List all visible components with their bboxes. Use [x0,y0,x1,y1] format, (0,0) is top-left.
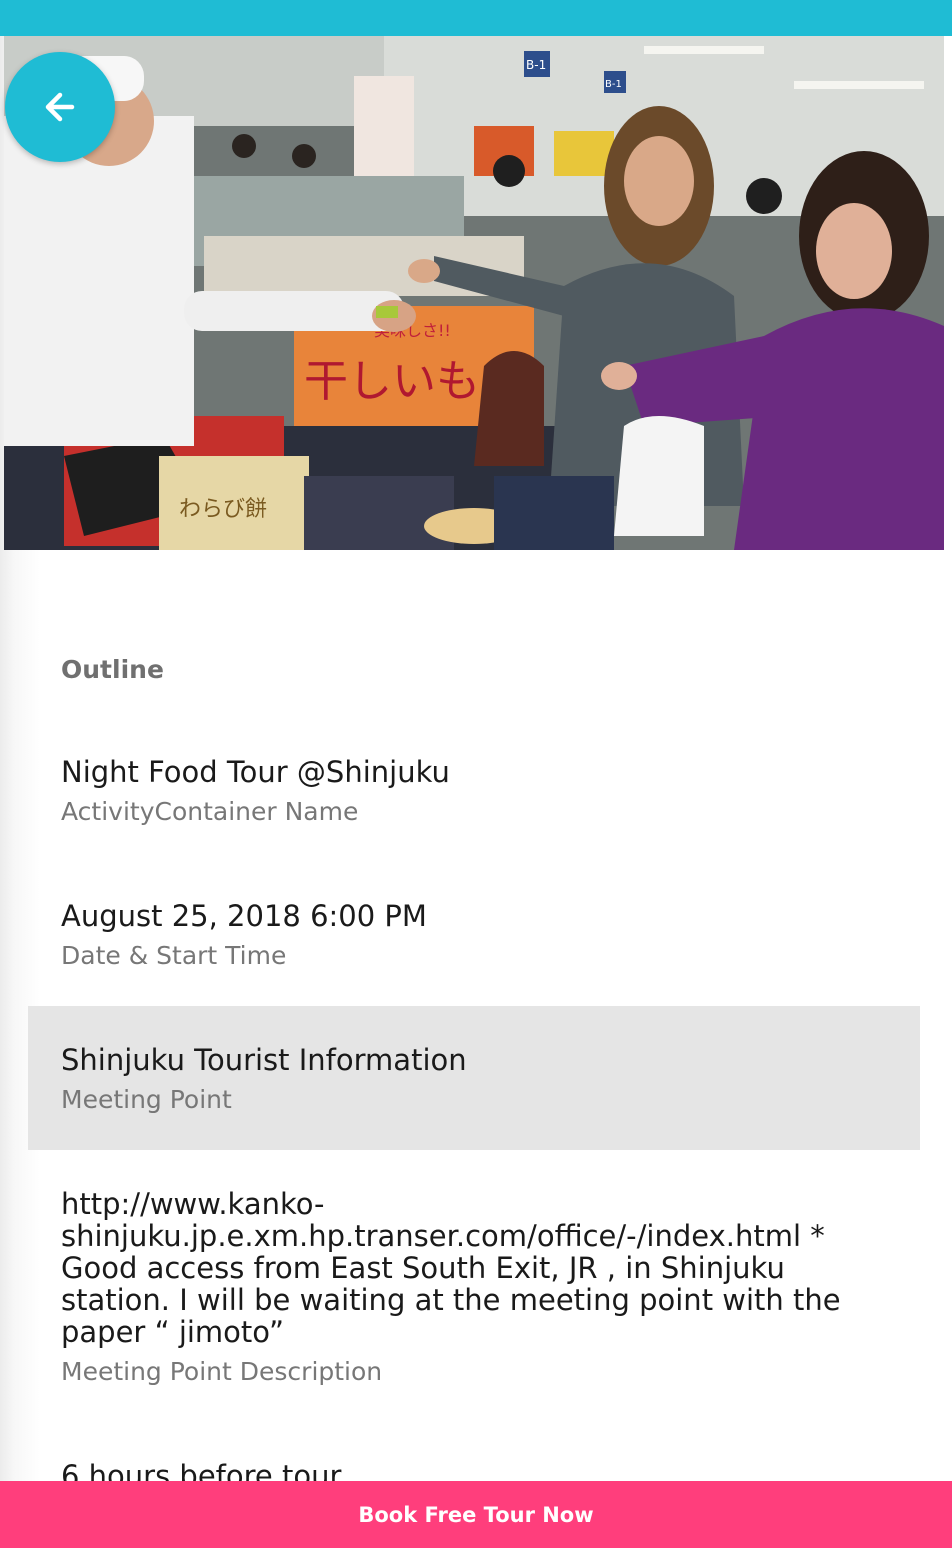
meeting-point-value: Shinjuku Tourist Information [61,1043,467,1077]
activity-name-label: ActivityContainer Name [61,797,359,826]
svg-text:B-1: B-1 [605,79,622,90]
book-free-tour-button[interactable]: Book Free Tour Now [0,1481,952,1548]
outline-item-activity-name[interactable]: Night Food Tour @Shinjuku ActivityContai… [28,756,920,828]
svg-text:干しいも: 干しいも [304,356,480,407]
svg-text:わらび餅: わらび餅 [179,497,267,522]
date-start-time-value: August 25, 2018 6:00 PM [61,899,427,933]
date-start-time-label: Date & Start Time [61,941,287,970]
outline-item-date-start-time[interactable]: August 25, 2018 6:00 PM Date & Start Tim… [28,900,920,972]
meeting-point-description-label: Meeting Point Description [61,1357,383,1386]
outline-section-title: Outline [61,655,164,684]
activity-name-value: Night Food Tour @Shinjuku [61,755,450,789]
meeting-point-label: Meeting Point [61,1085,232,1114]
meeting-point-description-value: http://www.kanko-shinjuku.jp.e.xm.hp.tra… [61,1187,841,1349]
app-header-bar [0,0,952,36]
arrow-left-icon [45,92,75,122]
outline-item-meeting-point[interactable]: Shinjuku Tourist Information Meeting Poi… [28,1006,920,1150]
svg-text:B-1: B-1 [526,58,546,72]
tour-detail-page: B-1 B-1 美味しさ!! 干しいも わらび餅 Outline Night F… [0,0,952,1548]
back-button[interactable] [5,52,115,162]
tour-hero-image: B-1 B-1 美味しさ!! 干しいも わらび餅 [4,36,944,550]
outline-item-meeting-point-description[interactable]: http://www.kanko-shinjuku.jp.e.xm.hp.tra… [28,1188,920,1388]
